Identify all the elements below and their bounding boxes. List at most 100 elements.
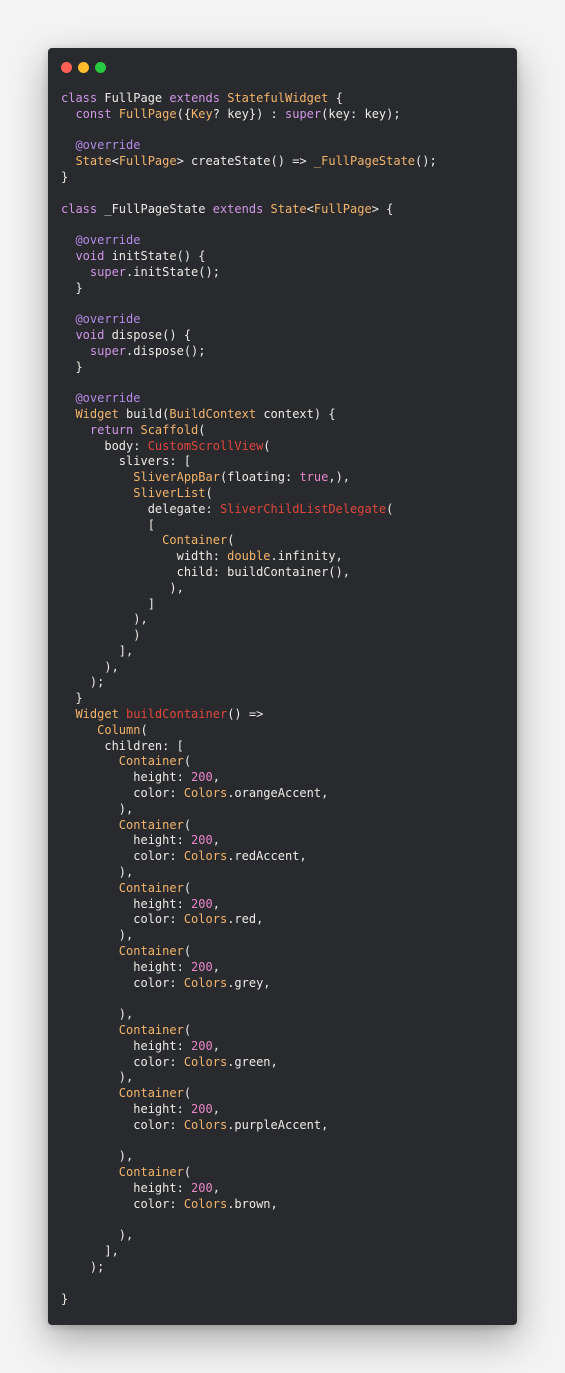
code-token: ( [183, 1086, 192, 1101]
code-token: () => [227, 707, 264, 722]
code-token: ), [61, 612, 148, 627]
code-line: ); [61, 675, 437, 691]
code-line: } [61, 281, 437, 297]
code-token: ( [263, 438, 271, 453]
code-token: Colors [183, 912, 228, 927]
code-token: (floating: [219, 470, 300, 485]
close-dot-icon[interactable] [61, 62, 72, 73]
code-line: color: Colors.orangeAccent, [61, 786, 437, 802]
code-token: ), [61, 580, 184, 595]
code-token: .dispose(); [126, 343, 206, 358]
code-token: .red, [227, 912, 264, 927]
code-token: ), [61, 1070, 134, 1085]
code-token: ( [227, 533, 235, 548]
code-block: class FullPage extends StatefulWidget { … [61, 91, 437, 1307]
code-token: Colors [183, 786, 228, 801]
code-token: @override [75, 233, 141, 248]
code-line: @override [61, 233, 437, 249]
code-line: Widget buildContainer() => [61, 707, 437, 723]
code-token: 200 [191, 896, 213, 911]
code-token: ,), [328, 470, 351, 485]
code-token: ? key}) : [212, 106, 285, 121]
code-token: height: [61, 959, 192, 974]
code-line: @override [61, 391, 437, 407]
code-token: extends [169, 91, 228, 105]
code-token: ); [61, 1259, 105, 1274]
window-controls [61, 62, 106, 73]
code-line: [ [61, 518, 437, 534]
code-line: color: Colors.green, [61, 1055, 437, 1071]
zoom-dot-icon[interactable] [95, 62, 106, 73]
code-line: height: 200, [61, 833, 437, 849]
code-token: State [75, 154, 112, 169]
code-token: } [61, 169, 69, 184]
code-token: void [75, 248, 112, 263]
code-token: 200 [191, 959, 213, 974]
code-token: extends [212, 201, 271, 216]
code-token: } [61, 1291, 69, 1306]
code-token: ( [140, 722, 148, 737]
code-line: height: 200, [61, 1039, 437, 1055]
code-line: } [61, 1292, 437, 1308]
code-token: } [61, 691, 83, 706]
minimize-dot-icon[interactable] [78, 62, 89, 73]
code-line: ), [61, 802, 437, 818]
code-line: Container( [61, 1023, 437, 1039]
code-token: , [212, 770, 220, 785]
code-line: ), [61, 1228, 437, 1244]
code-line: SliverList( [61, 486, 437, 502]
code-token: return [89, 422, 141, 437]
code-token: ], [61, 643, 134, 658]
code-token: .infinity, [270, 549, 343, 564]
code-line: color: Colors.redAccent, [61, 849, 437, 865]
code-token: buildContainer [126, 707, 228, 722]
code-line: ) [61, 628, 437, 644]
code-token: State [270, 201, 307, 216]
code-token: (); [415, 154, 437, 169]
code-line: } [61, 360, 437, 376]
code-line: slivers: [ [61, 454, 437, 470]
code-line: super.initState(); [61, 265, 437, 281]
code-line: Container( [61, 533, 437, 549]
code-line: SliverAppBar(floating: true,), [61, 470, 437, 486]
code-line: super.dispose(); [61, 344, 437, 360]
code-token: @override [75, 391, 141, 406]
code-token: , [212, 1038, 220, 1053]
code-token: Container [162, 533, 228, 548]
code-token: color: [61, 975, 184, 990]
code-token: , [212, 896, 220, 911]
code-line: Container( [61, 881, 437, 897]
code-token: Colors [183, 1196, 228, 1211]
code-token: (key: key); [321, 106, 401, 121]
code-token: .redAccent, [227, 849, 307, 864]
code-token: ), [61, 1228, 134, 1243]
code-line: ], [61, 644, 437, 660]
code-line: ), [61, 1007, 437, 1023]
code-token: 200 [191, 770, 213, 785]
code-line: ] [61, 597, 437, 613]
code-line: Container( [61, 754, 437, 770]
code-token: Container [118, 944, 184, 959]
code-token: super [89, 343, 127, 358]
code-token: class [61, 91, 105, 105]
code-token: initState() { [111, 248, 206, 263]
code-token: FullPage [118, 154, 177, 169]
code-line: return Scaffold( [61, 423, 437, 439]
code-token: 200 [191, 1102, 213, 1116]
code-line: height: 200, [61, 960, 437, 976]
code-token: 200 [191, 833, 213, 848]
